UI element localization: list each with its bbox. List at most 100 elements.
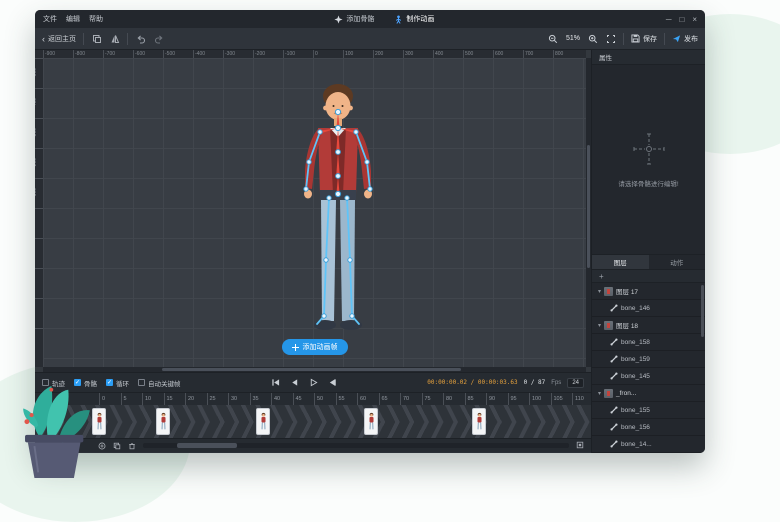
layer-label: bone_159 <box>621 356 650 363</box>
zoom-level[interactable]: 51% <box>566 35 580 42</box>
layer-label: bone_14... <box>621 441 652 448</box>
properties-panel: 属性 请选择骨骼进行编辑! 图层 <box>592 50 705 453</box>
divider <box>623 33 624 45</box>
timeline-track[interactable] <box>35 405 591 438</box>
caret-down-icon[interactable]: ▾ <box>598 288 601 295</box>
chevron-pattern <box>35 422 591 439</box>
layer-thumbnail <box>604 389 613 398</box>
publish-button[interactable]: 发布 <box>672 34 698 44</box>
skip-to-start-icon[interactable] <box>271 378 280 387</box>
bone-row[interactable]: bone_156 <box>592 419 705 436</box>
step-forward-icon[interactable] <box>328 378 337 387</box>
ruler-label: -300 <box>223 50 253 58</box>
divider <box>127 33 128 45</box>
add-animation-frame-button[interactable]: 添加动画帧 <box>282 339 348 355</box>
layer-group-row[interactable]: ▾图层 17 <box>592 283 705 300</box>
add-frame-label: 添加动画帧 <box>303 342 338 352</box>
toggle-option[interactable]: ✓循环 <box>106 378 129 388</box>
minimize-button[interactable]: ─ <box>666 15 672 24</box>
add-layer-button[interactable]: + <box>592 270 705 283</box>
tab-layers[interactable]: 图层 <box>592 255 649 269</box>
timeline-keyframe[interactable] <box>364 408 378 435</box>
maximize-button[interactable]: □ <box>679 15 684 24</box>
bone-row[interactable]: bone_145 <box>592 368 705 385</box>
layer-thumbnail <box>604 321 613 330</box>
toolbar: ‹ 返回主页 51% 保存 <box>35 28 705 50</box>
plus-icon <box>292 344 299 351</box>
zoom-out-icon[interactable] <box>548 33 559 44</box>
timeline-tick: 90 <box>486 393 495 405</box>
toggle-option[interactable]: 自动关键帧 <box>138 378 181 388</box>
timeline-keyframe[interactable] <box>472 408 486 435</box>
menu-item[interactable]: 文件 <box>43 14 57 24</box>
layer-label: _fron... <box>616 390 636 397</box>
fit-view-icon[interactable] <box>605 33 616 44</box>
timeline-tick: 65 <box>379 393 388 405</box>
timeline-scrollbar[interactable] <box>143 443 569 448</box>
back-home-label: 返回主页 <box>48 34 76 44</box>
tab-add-bones[interactable]: 添加骨骼 <box>334 14 374 24</box>
timeline-tick: 110 <box>572 393 584 405</box>
back-home-button[interactable]: ‹ 返回主页 <box>42 34 76 44</box>
canvas-horizontal-scrollbar[interactable] <box>43 367 586 372</box>
canvas[interactable]: 添加动画帧 <box>43 58 586 367</box>
redo-icon[interactable] <box>153 33 164 44</box>
timeline-ruler[interactable]: 0510152025303540455055606570758085909510… <box>35 393 591 405</box>
menu-item[interactable]: 编辑 <box>66 14 80 24</box>
ruler-label: 100 <box>35 238 43 268</box>
bone-row[interactable]: bone_155 <box>592 402 705 419</box>
delete-keyframe-icon[interactable] <box>128 442 136 450</box>
fit-timeline-icon[interactable] <box>576 441 584 451</box>
tab-actions[interactable]: 动作 <box>649 255 706 269</box>
ruler-label: 0 <box>35 208 43 238</box>
timeline-keyframe[interactable] <box>256 408 270 435</box>
timeline[interactable]: 0510152025303540455055606570758085909510… <box>35 392 591 438</box>
caret-down-icon[interactable]: ▾ <box>598 390 601 397</box>
fps-input[interactable]: 24 <box>567 378 584 388</box>
undo-icon[interactable] <box>135 33 146 44</box>
scrollbar-thumb[interactable] <box>587 145 590 269</box>
layer-group-row[interactable]: ▾图层 18 <box>592 317 705 334</box>
ruler-label: 200 <box>35 268 43 298</box>
frame-counter: 0 / 87 <box>524 379 546 386</box>
scrollbar-thumb[interactable] <box>177 443 237 448</box>
layer-group-row[interactable]: ▾ _fron... <box>592 385 705 402</box>
close-button[interactable]: × <box>692 15 697 24</box>
bone-row[interactable]: bone_146 <box>592 300 705 317</box>
canvas-top-ruler: -900-800-700-600-500-400-300-200-1000100… <box>43 50 586 58</box>
bone-row[interactable]: bone_158 <box>592 334 705 351</box>
menu-item[interactable]: 帮助 <box>89 14 103 24</box>
duplicate-keyframe-icon[interactable] <box>113 442 121 450</box>
step-back-icon[interactable] <box>290 378 299 387</box>
timeline-tick: 95 <box>508 393 517 405</box>
timeline-tick: 30 <box>228 393 237 405</box>
ruler-label: 400 <box>35 328 43 358</box>
ruler-label: -100 <box>35 178 43 208</box>
panel-scrollbar-thumb[interactable] <box>701 285 704 337</box>
canvas-vertical-scrollbar[interactable] <box>586 58 591 367</box>
zoom-in-icon[interactable] <box>587 33 598 44</box>
bone-icon <box>610 304 618 312</box>
properties-title: 属性 <box>599 52 612 62</box>
timeline-keyframe[interactable] <box>156 408 170 435</box>
checkbox[interactable]: ✓ <box>106 379 113 386</box>
caret-down-icon[interactable]: ▾ <box>598 322 601 329</box>
flip-icon[interactable] <box>109 33 120 44</box>
app-window: 文件编辑帮助 添加骨骼 制作动画 ─ □ × ‹ 返回主页 <box>35 10 705 453</box>
tab-make-animation[interactable]: 制作动画 <box>394 14 434 24</box>
ruler-label: -200 <box>35 148 43 178</box>
toggle-label: 循环 <box>116 378 129 388</box>
bone-row[interactable]: bone_159 <box>592 351 705 368</box>
scrollbar-thumb[interactable] <box>162 368 461 371</box>
editor-column: -900-800-700-600-500-400-300-200-1000100… <box>35 50 592 453</box>
duplicate-icon[interactable] <box>91 33 102 44</box>
checkbox[interactable] <box>138 379 145 386</box>
plant-decoration <box>10 380 104 484</box>
bone-row[interactable]: bone_14... <box>592 436 705 453</box>
play-icon[interactable] <box>309 378 318 387</box>
ruler-label: 800 <box>553 50 583 58</box>
character-figure[interactable] <box>258 74 418 350</box>
save-button[interactable]: 保存 <box>631 34 657 44</box>
menu-bar: 文件编辑帮助 <box>43 14 103 24</box>
ruler-label: -900 <box>43 50 73 58</box>
